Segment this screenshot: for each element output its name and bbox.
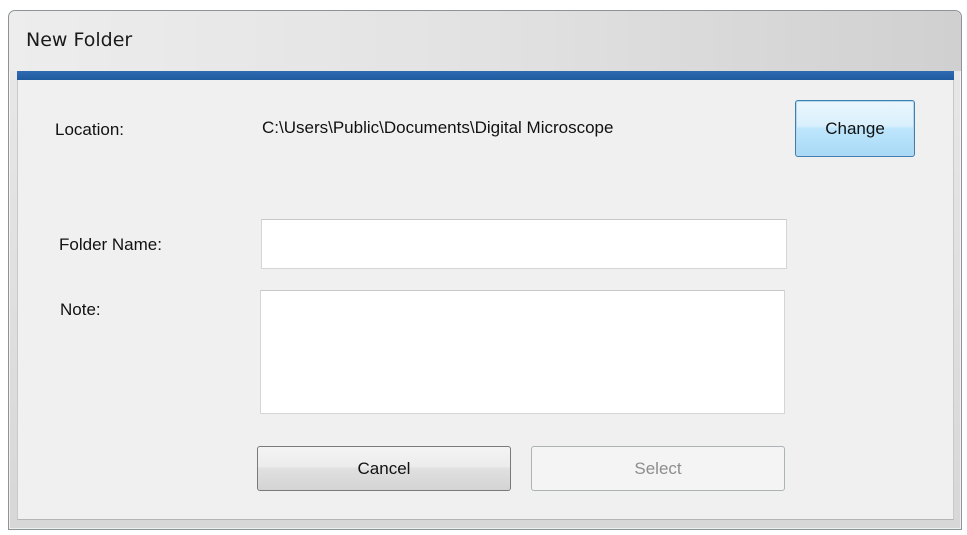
- change-location-button[interactable]: Change: [795, 100, 915, 157]
- folder-name-label: Folder Name:: [59, 235, 162, 254]
- new-folder-dialog: New Folder Location: C:\Users\Public\Doc…: [8, 10, 962, 530]
- folder-name-input[interactable]: [261, 219, 787, 269]
- note-label: Note:: [60, 300, 101, 319]
- title-accent-bar: [17, 71, 954, 80]
- location-path: C:\Users\Public\Documents\Digital Micros…: [262, 118, 614, 137]
- dialog-content: Location: C:\Users\Public\Documents\Digi…: [17, 80, 954, 520]
- window-title: New Folder: [26, 29, 133, 51]
- title-bar[interactable]: New Folder: [9, 11, 961, 71]
- cancel-button[interactable]: Cancel: [257, 446, 511, 491]
- location-label: Location:: [55, 120, 124, 139]
- select-button[interactable]: Select: [531, 446, 785, 491]
- note-textarea[interactable]: [260, 290, 785, 414]
